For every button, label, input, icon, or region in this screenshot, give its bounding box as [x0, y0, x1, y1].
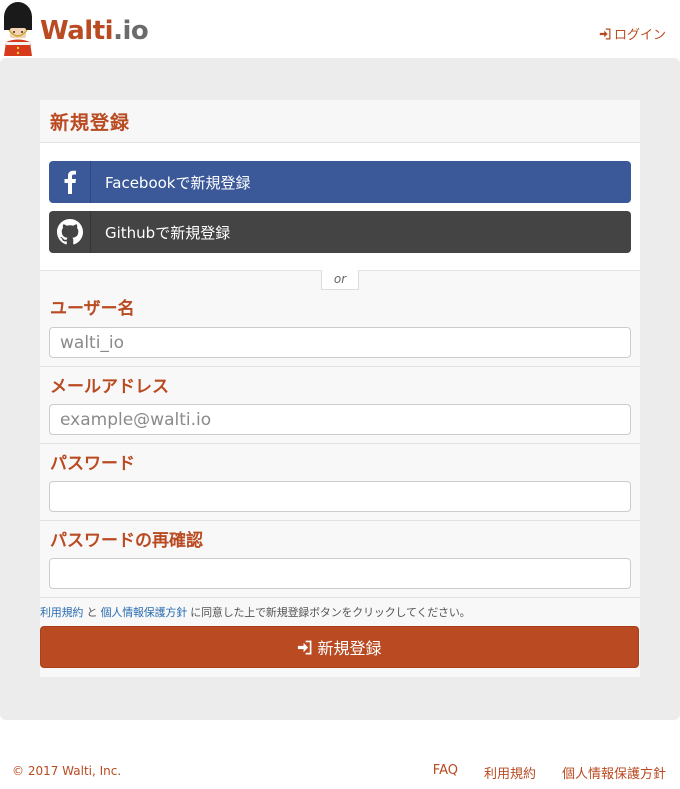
or-separator: or — [321, 270, 359, 290]
privacy-link[interactable]: 個人情報保護方針 — [101, 606, 188, 619]
password-label: パスワード — [50, 454, 135, 474]
username-label: ユーザー名 — [50, 299, 135, 319]
password-confirm-label: パスワードの再確認 — [50, 531, 203, 551]
brand-logo[interactable]: Walti.io — [0, 2, 149, 56]
social-signup-area: Facebookで新規登録 Githubで新規登録 or — [40, 143, 640, 290]
github-signup-button[interactable]: Githubで新規登録 — [49, 211, 631, 253]
panel-heading: 新規登録 — [40, 100, 640, 143]
footer-link-faq[interactable]: FAQ — [433, 763, 458, 782]
notice-rest: に同意した上で新規登録ボタンをクリックしてください。 — [187, 606, 471, 619]
password-input[interactable] — [49, 481, 631, 512]
footer-links: FAQ 利用規約 個人情報保護方針 — [433, 763, 666, 782]
signup-submit-button[interactable]: 新規登録 — [40, 626, 639, 668]
brand-name: Walti.io — [40, 16, 149, 46]
page-title: 新規登録 — [50, 111, 131, 134]
password-group: パスワード — [40, 444, 640, 521]
terms-link[interactable]: 利用規約 — [40, 606, 83, 619]
brand-name-main: Walti — [40, 16, 114, 46]
login-link[interactable]: ログイン — [599, 24, 666, 43]
email-input[interactable] — [49, 404, 631, 435]
brand-name-tld: .io — [113, 16, 149, 46]
sign-in-icon — [298, 640, 312, 654]
guard-mascot-icon — [4, 2, 32, 56]
facebook-icon — [49, 161, 91, 203]
sign-in-icon — [599, 28, 611, 39]
username-input[interactable] — [49, 327, 631, 358]
github-signup-label: Githubで新規登録 — [105, 223, 231, 242]
copyright: © 2017 Walti, Inc. — [12, 764, 122, 778]
notice-and: と — [83, 606, 101, 619]
header: Walti.io ログイン — [0, 0, 680, 58]
facebook-signup-label: Facebookで新規登録 — [105, 173, 251, 192]
email-group: メールアドレス — [40, 367, 640, 444]
password-confirm-input[interactable] — [49, 558, 631, 589]
signup-panel: 新規登録 Facebookで新規登録 Githubで新規登録 or ユーザー名 … — [40, 100, 640, 677]
email-label: メールアドレス — [50, 377, 169, 397]
github-icon — [49, 211, 91, 253]
footer-link-privacy[interactable]: 個人情報保護方針 — [562, 763, 666, 782]
password-confirm-group: パスワードの再確認 — [40, 521, 640, 598]
terms-notice: 利用規約 と 個人情報保護方針 に同意した上で新規登録ボタンをクリックしてくださ… — [40, 604, 471, 620]
footer-link-terms[interactable]: 利用規約 — [484, 763, 536, 782]
signup-submit-label: 新規登録 — [317, 639, 382, 658]
facebook-signup-button[interactable]: Facebookで新規登録 — [49, 161, 631, 203]
login-link-label: ログイン — [613, 28, 666, 43]
